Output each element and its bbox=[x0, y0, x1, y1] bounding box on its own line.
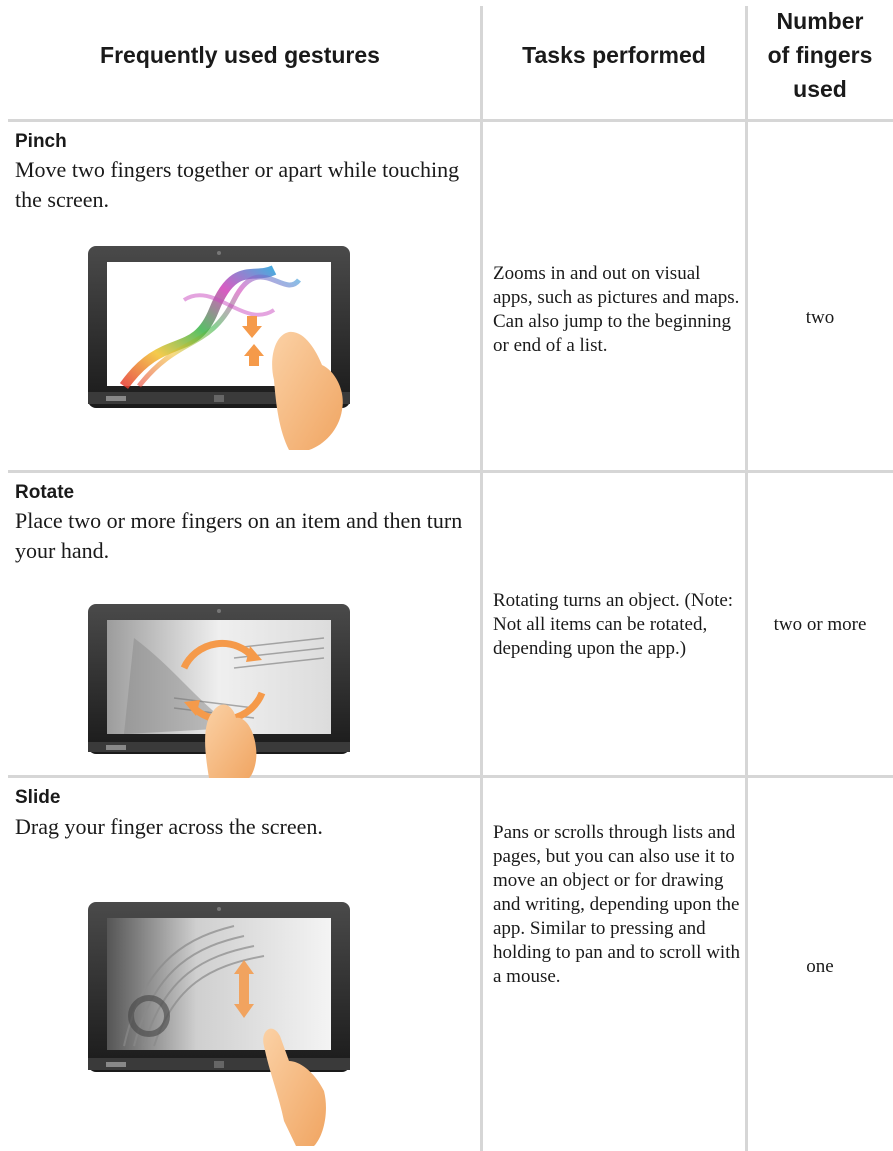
tablet-slide-illustration bbox=[88, 902, 350, 1146]
header-fingers: Number of fingers used bbox=[752, 4, 888, 106]
gesture-description: Move two fingers together or apart while… bbox=[15, 157, 460, 212]
finger-count: two or more bbox=[773, 614, 867, 635]
table-divider bbox=[8, 470, 893, 473]
header-fingers-line: of fingers bbox=[767, 42, 873, 68]
gesture-name: Pinch bbox=[15, 131, 67, 152]
table-divider bbox=[8, 119, 893, 122]
header-fingers-line: Number bbox=[776, 8, 864, 34]
header-tasks: Tasks performed bbox=[522, 42, 706, 68]
gesture-description: Place two or more fingers on an item and… bbox=[15, 508, 463, 563]
finger-count: one bbox=[806, 956, 834, 977]
gesture-name: Rotate bbox=[15, 482, 75, 503]
table-divider bbox=[480, 6, 483, 1151]
task-description: Zooms in and out on visual apps, such as… bbox=[493, 263, 740, 356]
tablet-rotate-illustration bbox=[88, 604, 350, 778]
header-fingers-line: used bbox=[793, 76, 847, 102]
table-divider bbox=[745, 6, 748, 1151]
gesture-description: Drag your finger across the screen. bbox=[15, 814, 323, 839]
finger-count: two bbox=[805, 307, 835, 328]
tablet-pinch-illustration bbox=[88, 246, 350, 450]
gestures-table: Frequently used gestures Tasks performed… bbox=[0, 0, 893, 1151]
task-description: Rotating turns an object. (Note: Not all… bbox=[493, 590, 734, 659]
gesture-name: Slide bbox=[15, 787, 61, 808]
task-description: Pans or scrolls through lists and pages,… bbox=[493, 822, 740, 987]
header-gestures: Frequently used gestures bbox=[100, 42, 380, 68]
